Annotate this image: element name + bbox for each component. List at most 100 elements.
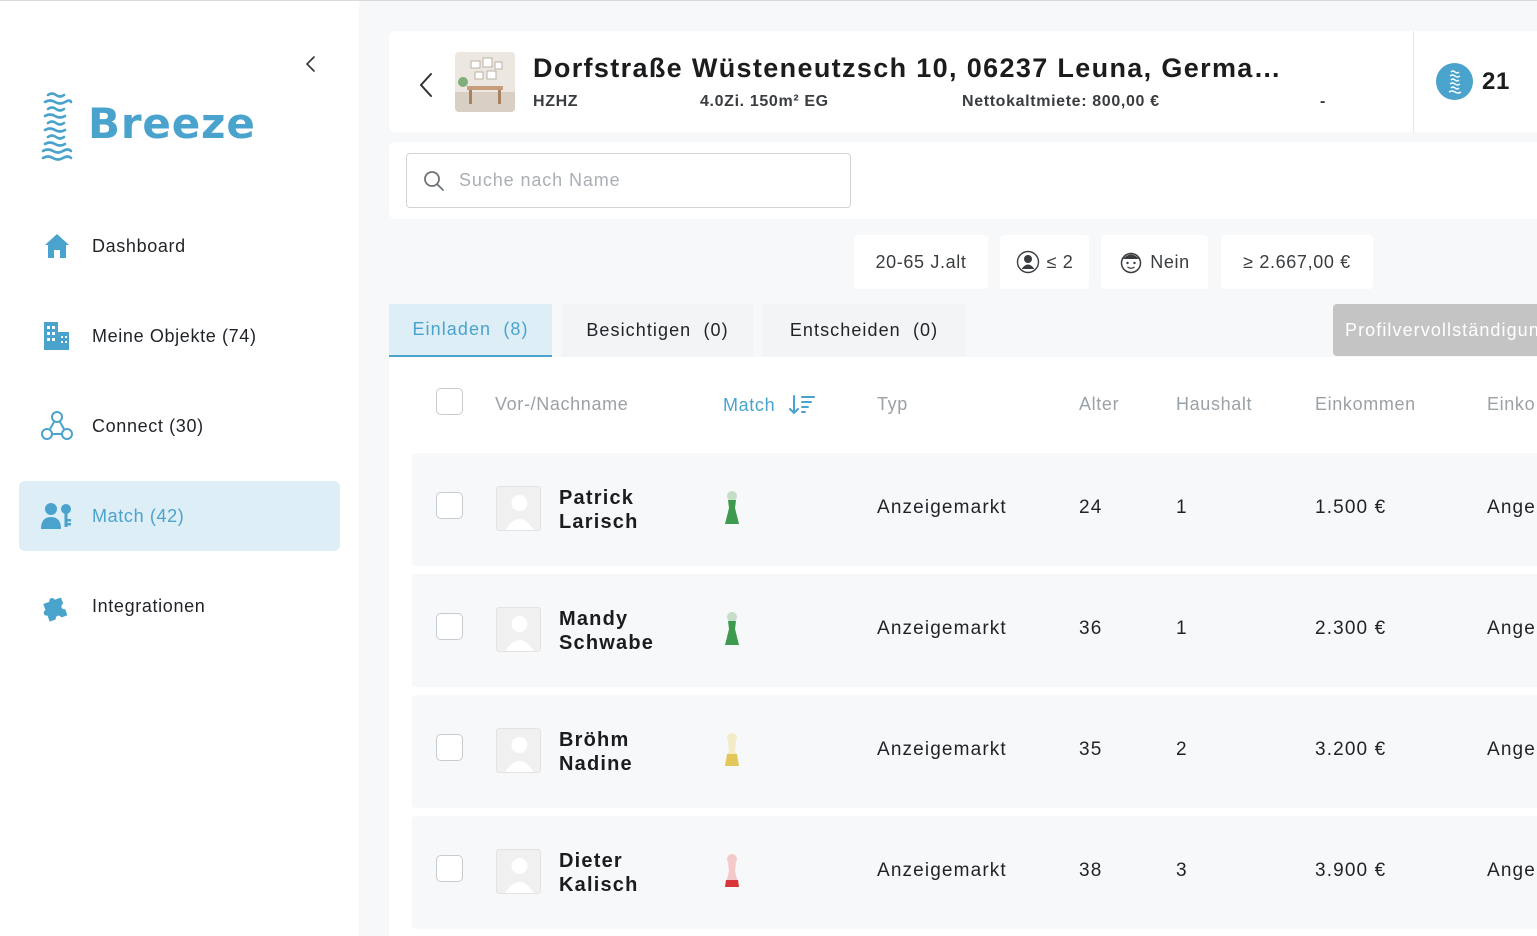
connect-icon xyxy=(41,410,73,442)
last-name: Nadine xyxy=(559,753,633,775)
more-cell: Ange xyxy=(1487,618,1536,639)
column-header-income[interactable]: Einkommen xyxy=(1315,394,1416,415)
column-header-type[interactable]: Typ xyxy=(877,394,908,415)
sidebar-item-match[interactable]: Match (42) xyxy=(19,481,340,551)
income-cell: 3.200 € xyxy=(1315,739,1387,760)
household-cell: 1 xyxy=(1176,618,1188,639)
type-cell: Anzeigemarkt xyxy=(877,860,1007,881)
column-header-more[interactable]: Einko xyxy=(1487,394,1535,415)
sidebar-item-meine-objekte[interactable]: Meine Objekte (74) xyxy=(19,301,340,371)
sidebar: Breeze Dashboard Meine Objekte (74) Conn… xyxy=(0,1,359,936)
table-row[interactable]: Patrick Larisch Anzeigemarkt 24 1 1.500 … xyxy=(412,453,1537,566)
age-cell: 36 xyxy=(1079,618,1103,639)
row-checkbox[interactable] xyxy=(436,492,463,519)
search-icon xyxy=(424,170,444,191)
property-extra: - xyxy=(1320,93,1326,110)
more-cell: Ange xyxy=(1487,739,1536,760)
tab-besichtigen[interactable]: Besichtigen (0) xyxy=(562,304,753,357)
more-cell: Ange xyxy=(1487,497,1536,518)
tab-label: Einladen xyxy=(412,319,492,339)
type-cell: Anzeigemarkt xyxy=(877,497,1007,518)
brand-name: Breeze xyxy=(88,98,256,148)
applicant-name[interactable]: Bröhm Nadine xyxy=(559,728,633,776)
match-green-icon xyxy=(723,490,741,531)
sidebar-item-label: Connect (30) xyxy=(92,415,204,436)
puzzle-icon xyxy=(41,590,73,622)
age-cell: 24 xyxy=(1079,497,1103,518)
column-header-age[interactable]: Alter xyxy=(1079,394,1119,415)
household-cell: 3 xyxy=(1176,860,1188,881)
match-yellow-icon xyxy=(723,732,741,773)
applicant-table: Vor-/Nachname Match Typ Alter Haushalt E… xyxy=(389,357,1537,936)
last-name: Kalisch xyxy=(559,874,639,896)
profile-completion-button[interactable]: Profilvervollständigung xyxy=(1333,304,1537,356)
filter-chip-persons[interactable]: ≤ 2 xyxy=(1000,235,1089,289)
household-cell: 1 xyxy=(1176,497,1188,518)
first-name: Bröhm xyxy=(559,729,630,751)
match-counter[interactable]: 21 xyxy=(1436,63,1510,100)
tab-count: (8) xyxy=(503,319,529,339)
type-cell: Anzeigemarkt xyxy=(877,739,1007,760)
row-checkbox[interactable] xyxy=(436,855,463,882)
search-input[interactable] xyxy=(459,170,819,191)
avatar xyxy=(496,486,541,531)
breeze-badge-icon xyxy=(1436,63,1473,100)
logo[interactable]: Breeze xyxy=(40,91,256,161)
filter-chip-label: Nein xyxy=(1150,251,1190,272)
property-address: Dorfstraße Wüsteneutzsch 10, 06237 Leuna… xyxy=(533,53,1283,83)
search-bar xyxy=(389,142,1537,219)
column-header-match[interactable]: Match xyxy=(723,394,816,416)
tab-einladen[interactable]: Einladen (8) xyxy=(389,304,552,357)
collapse-sidebar-button[interactable] xyxy=(300,53,322,75)
avatar xyxy=(496,849,541,894)
table-row[interactable]: Mandy Schwabe Anzeigemarkt 36 1 2.300 € … xyxy=(412,574,1537,687)
column-header-household[interactable]: Haushalt xyxy=(1176,394,1252,415)
buildings-icon xyxy=(41,320,73,352)
more-cell: Ange xyxy=(1487,860,1536,881)
sidebar-item-integrationen[interactable]: Integrationen xyxy=(19,571,340,641)
applicant-name[interactable]: Dieter Kalisch xyxy=(559,849,639,897)
sidebar-item-connect[interactable]: Connect (30) xyxy=(19,391,340,461)
table-row[interactable]: Dieter Kalisch Anzeigemarkt 38 3 3.900 €… xyxy=(412,816,1537,929)
counter-value: 21 xyxy=(1482,67,1510,95)
age-cell: 35 xyxy=(1079,739,1103,760)
income-cell: 3.900 € xyxy=(1315,860,1387,881)
property-details: 4.0Zi. 150m² EG xyxy=(700,93,829,110)
applicant-name[interactable]: Mandy Schwabe xyxy=(559,607,654,655)
applicant-name[interactable]: Patrick Larisch xyxy=(559,486,639,534)
search-field[interactable] xyxy=(406,153,851,208)
filter-chip-income[interactable]: ≥ 2.667,00 € xyxy=(1221,235,1373,289)
column-header-name[interactable]: Vor-/Nachname xyxy=(495,394,628,415)
tab-label: Entscheiden xyxy=(789,320,901,340)
row-checkbox[interactable] xyxy=(436,613,463,640)
tab-entscheiden[interactable]: Entscheiden (0) xyxy=(763,304,965,357)
sidebar-item-label: Meine Objekte (74) xyxy=(92,325,257,346)
filter-chip-age[interactable]: 20-65 J.alt xyxy=(854,235,988,289)
property-thumbnail[interactable] xyxy=(455,52,515,112)
type-cell: Anzeigemarkt xyxy=(877,618,1007,639)
income-cell: 2.300 € xyxy=(1315,618,1387,639)
match-red-icon xyxy=(723,853,741,894)
back-button[interactable] xyxy=(415,71,437,99)
chevron-left-icon xyxy=(419,73,432,97)
row-checkbox[interactable] xyxy=(436,734,463,761)
property-rent: Nettokaltmiete: 800,00 € xyxy=(962,93,1160,110)
select-all-checkbox[interactable] xyxy=(436,388,463,415)
avatar xyxy=(496,728,541,773)
last-name: Larisch xyxy=(559,511,639,533)
filter-chip-kids[interactable]: Nein xyxy=(1101,235,1208,289)
filter-chip-label: 20-65 J.alt xyxy=(875,251,967,272)
tab-count: (0) xyxy=(703,320,729,340)
home-icon xyxy=(41,230,73,262)
first-name: Patrick xyxy=(559,487,635,509)
first-name: Dieter xyxy=(559,850,623,872)
sidebar-item-dashboard[interactable]: Dashboard xyxy=(19,211,340,281)
property-code: HZHZ xyxy=(533,93,579,110)
last-name: Schwabe xyxy=(559,632,655,654)
tab-label: Besichtigen xyxy=(586,320,692,340)
table-row[interactable]: Bröhm Nadine Anzeigemarkt 35 2 3.200 € A… xyxy=(412,695,1537,808)
income-cell: 1.500 € xyxy=(1315,497,1387,518)
property-header: Dorfstraße Wüsteneutzsch 10, 06237 Leuna… xyxy=(389,31,1537,132)
sidebar-item-label: Match (42) xyxy=(92,505,185,526)
match-icon xyxy=(41,500,73,532)
